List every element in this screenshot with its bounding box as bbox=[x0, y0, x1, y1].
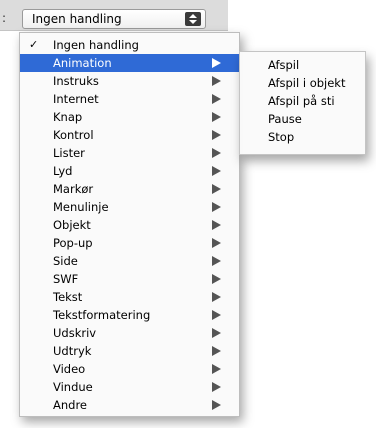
menu-item-label: Markør bbox=[53, 182, 94, 196]
menu-item-label: Knap bbox=[53, 110, 83, 124]
menu-item-internet[interactable]: Internet bbox=[20, 90, 239, 108]
submenu-arrow-icon bbox=[212, 238, 221, 248]
menu-item-instruks[interactable]: Instruks bbox=[20, 72, 239, 90]
menu-item-label: Lister bbox=[53, 146, 85, 160]
submenu-arrow-icon bbox=[212, 364, 221, 374]
menu-item-pop-up[interactable]: Pop-up bbox=[20, 234, 239, 252]
menu-item-label: Lyd bbox=[53, 164, 73, 178]
submenu-arrow-icon bbox=[212, 148, 221, 158]
menu-item-kontrol[interactable]: Kontrol bbox=[20, 126, 239, 144]
menu-item-label: Side bbox=[53, 254, 78, 268]
menu-item-label: Internet bbox=[53, 92, 99, 106]
menu-item-andre[interactable]: Andre bbox=[20, 396, 239, 414]
menu-item-udskriv[interactable]: Udskriv bbox=[20, 324, 239, 342]
screen: : Ingen handling ✓ Ingen handling Animatio… bbox=[0, 0, 376, 428]
menu-item-vindue[interactable]: Vindue bbox=[20, 378, 239, 396]
submenu-arrow-icon bbox=[212, 292, 221, 302]
menu-item-label: SWF bbox=[53, 272, 79, 286]
submenu-arrow-icon bbox=[212, 382, 221, 392]
menu-item-label: Tekstformatering bbox=[53, 308, 151, 322]
submenu-arrow-icon bbox=[212, 202, 221, 212]
menu-item-markoer[interactable]: Markør bbox=[20, 180, 239, 198]
menu-item-label: Ingen handling bbox=[53, 38, 139, 52]
menu-item-label: Tekst bbox=[53, 290, 83, 304]
menu-item-tekstformatering[interactable]: Tekstformatering bbox=[20, 306, 239, 324]
popup-selected-value: Ingen handling bbox=[32, 12, 122, 26]
submenu-arrow-icon bbox=[212, 220, 221, 230]
submenu-item-pause[interactable]: Pause bbox=[268, 110, 302, 128]
menu-item-menulinje[interactable]: Menulinje bbox=[20, 198, 239, 216]
menu-item-side[interactable]: Side bbox=[20, 252, 239, 270]
submenu-arrow-icon bbox=[212, 130, 221, 140]
submenu-arrow-icon bbox=[212, 328, 221, 338]
menu-item-lister[interactable]: Lister bbox=[20, 144, 239, 162]
menu-item-objekt[interactable]: Objekt bbox=[20, 216, 239, 234]
animation-submenu: Afspil Afspil i objekt Afspil på sti Pause S… bbox=[239, 51, 366, 155]
menu-item-swf[interactable]: SWF bbox=[20, 270, 239, 288]
menu-item-label: Kontrol bbox=[53, 128, 94, 142]
menu-item-tekst[interactable]: Tekst bbox=[20, 288, 239, 306]
menu-item-label: Vindue bbox=[53, 380, 93, 394]
action-dropdown-menu: ✓ Ingen handling Animation Instruks Internet… bbox=[19, 32, 240, 417]
submenu-arrow-icon bbox=[212, 76, 221, 86]
menu-item-lyd[interactable]: Lyd bbox=[20, 162, 239, 180]
submenu-arrow-icon bbox=[212, 310, 221, 320]
menu-item-knap[interactable]: Knap bbox=[20, 108, 239, 126]
menu-item-label: Udskriv bbox=[53, 326, 97, 340]
menu-item-label: Instruks bbox=[53, 74, 99, 88]
menu-item-ingen-handling[interactable]: ✓ Ingen handling bbox=[20, 36, 239, 54]
submenu-arrow-icon bbox=[212, 400, 221, 410]
submenu-item-afspil-i-objekt[interactable]: Afspil i objekt bbox=[268, 74, 345, 92]
menu-item-label: Menulinje bbox=[53, 200, 109, 214]
submenu-arrow-icon bbox=[212, 346, 221, 356]
submenu-arrow-icon bbox=[212, 166, 221, 176]
menu-item-udtryk[interactable]: Udtryk bbox=[20, 342, 239, 360]
submenu-arrow-icon bbox=[212, 274, 221, 284]
menu-item-label: Andre bbox=[53, 398, 88, 412]
menu-item-label: Video bbox=[53, 362, 86, 376]
submenu-arrow-icon bbox=[212, 256, 221, 266]
submenu-arrow-icon bbox=[212, 184, 221, 194]
submenu-arrow-icon bbox=[212, 112, 221, 122]
menu-item-animation[interactable]: Animation bbox=[20, 54, 239, 72]
submenu-arrow-icon bbox=[212, 94, 221, 104]
menu-item-label: Udtryk bbox=[53, 344, 92, 358]
field-label-fragment: : bbox=[2, 11, 7, 25]
submenu-item-afspil-paa-sti[interactable]: Afspil på sti bbox=[268, 92, 335, 110]
menu-item-label: Objekt bbox=[53, 218, 91, 232]
menu-item-label: Animation bbox=[53, 56, 112, 70]
submenu-item-stop[interactable]: Stop bbox=[268, 128, 294, 146]
action-popup-button[interactable]: Ingen handling bbox=[22, 9, 206, 29]
up-down-arrows-icon bbox=[185, 12, 201, 26]
checkmark-icon: ✓ bbox=[29, 38, 39, 51]
submenu-arrow-icon bbox=[212, 58, 221, 68]
menu-item-video[interactable]: Video bbox=[20, 360, 239, 378]
submenu-item-afspil[interactable]: Afspil bbox=[268, 56, 299, 74]
menu-item-label: Pop-up bbox=[53, 236, 93, 250]
